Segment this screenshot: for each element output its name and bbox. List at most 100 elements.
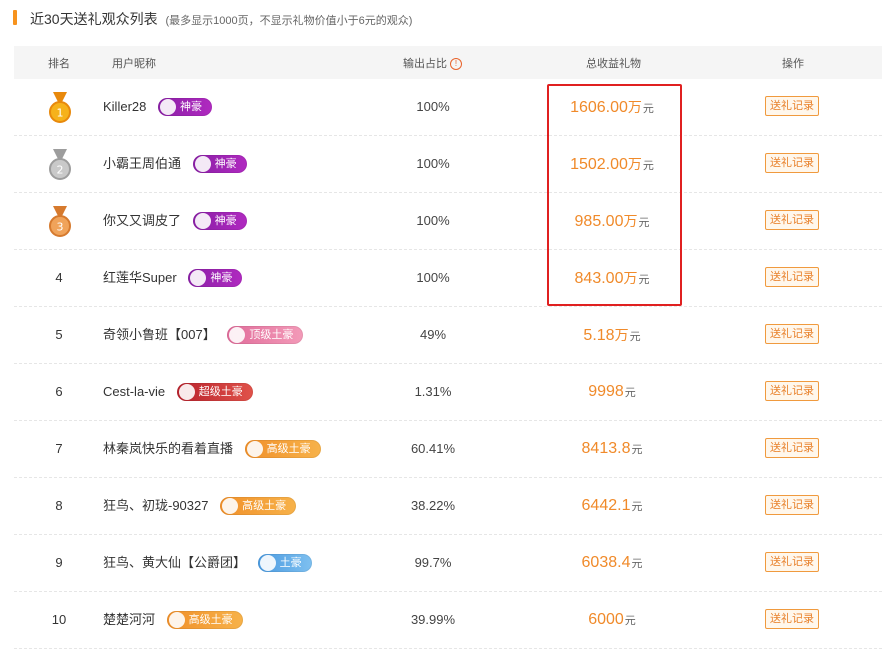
action-cell: 送礼记录 (762, 79, 822, 135)
user-nickname[interactable]: Cest-la-vie (103, 384, 165, 399)
gift-record-button[interactable]: 送礼记录 (765, 267, 819, 287)
gift-cell: 843.00万元 (539, 250, 685, 306)
badge-gem-icon: ◆ (259, 554, 276, 571)
action-cell: 送礼记录 (762, 478, 822, 534)
gift-unit-yuan: 元 (631, 444, 643, 456)
gift-value: 8413.8 (581, 440, 631, 457)
gift-value: 5.18 (583, 327, 615, 344)
level-badge: ◆ 超级土豪 (176, 382, 253, 401)
user-nickname[interactable]: 林秦岚快乐的看着直播 (103, 441, 233, 456)
table-header: 排名 用户昵称 输出占比! 总收益礼物 操作 (14, 46, 882, 79)
header-ratio-label: 输出占比 (403, 58, 447, 70)
gift-record-button[interactable]: 送礼记录 (765, 495, 819, 515)
nickname-cell: 你又又调皮了 ◆ 神豪 (103, 193, 247, 249)
gift-value: 6000 (588, 611, 624, 628)
page-title: 近30天送礼观众列表 (最多显示1000页，不显示礼物价值小于6元的观众) (30, 9, 412, 29)
title-accent-bar (13, 10, 17, 25)
badge-label: 高级土豪 (242, 499, 287, 512)
rank-cell: 2 (14, 136, 104, 192)
gift-unit-wan: 万 (623, 270, 638, 286)
level-badge: ◆ 高级土豪 (244, 439, 321, 458)
badge-label: 超级土豪 (198, 385, 243, 398)
table-row: 7 林秦岚快乐的看着直播 ◆ 高级土豪 60.41% 8413.8元 送礼记录 (14, 421, 882, 478)
badge-label: 神豪 (214, 214, 237, 227)
title-note: (最多显示1000页，不显示礼物价值小于6元的观众) (165, 15, 413, 27)
gift-unit-wan: 万 (623, 213, 638, 229)
table-row: 6 Cest-la-vie ◆ 超级土豪 1.31% 9998元 送礼记录 (14, 364, 882, 421)
gift-record-button[interactable]: 送礼记录 (765, 438, 819, 458)
info-icon[interactable]: ! (450, 58, 462, 70)
badge-gem-icon: ◆ (159, 98, 176, 115)
user-nickname[interactable]: 楚楚河河 (103, 612, 155, 627)
action-cell: 送礼记录 (762, 250, 822, 306)
user-nickname[interactable]: 你又又调皮了 (103, 213, 181, 228)
gold-medal-icon: 1 (49, 92, 71, 123)
rank-cell: 3 (14, 193, 104, 249)
gift-record-button[interactable]: 送礼记录 (765, 96, 819, 116)
ratio-cell: 60.41% (410, 441, 456, 456)
gift-unit-wan: 万 (614, 327, 629, 343)
header-nickname: 用户昵称 (112, 58, 156, 70)
rank-cell: 7 (55, 441, 63, 456)
audience-table: 排名 用户昵称 输出占比! 总收益礼物 操作 1 Killer28 ◆ 神豪 1… (14, 46, 882, 649)
badge-label: 神豪 (214, 157, 237, 170)
ratio-cell: 100% (416, 156, 450, 171)
badge-gem-icon: ◆ (190, 269, 207, 286)
gift-value: 6442.1 (581, 497, 631, 514)
level-badge: ◆ 顶级土豪 (227, 325, 304, 344)
gift-cell: 1606.00万元 (539, 79, 685, 135)
rank-cell: 5 (55, 327, 63, 342)
gift-cell: 6442.1元 (539, 478, 685, 534)
level-badge: ◆ 神豪 (192, 154, 247, 173)
nickname-cell: 狂鸟、黄大仙【公爵团】 ◆ 土豪 (103, 535, 312, 591)
badge-gem-icon: ◆ (168, 611, 185, 628)
header-ratio: 输出占比! (403, 55, 462, 71)
badge-label: 神豪 (210, 271, 233, 284)
gift-record-button[interactable]: 送礼记录 (765, 381, 819, 401)
gift-unit-yuan: 元 (642, 103, 654, 115)
user-nickname[interactable]: 红莲华Super (103, 270, 177, 285)
gift-record-button[interactable]: 送礼记录 (765, 153, 819, 173)
gift-unit-yuan: 元 (638, 217, 650, 229)
gift-cell: 1502.00万元 (539, 136, 685, 192)
gift-record-button[interactable]: 送礼记录 (765, 210, 819, 230)
ratio-cell: 100% (416, 270, 450, 285)
user-nickname[interactable]: 狂鸟、初珑-90327 (103, 498, 208, 513)
gift-record-button[interactable]: 送礼记录 (765, 552, 819, 572)
gift-value: 9998 (588, 383, 624, 400)
nickname-cell: 狂鸟、初珑-90327 ◆ 高级土豪 (103, 478, 297, 534)
badge-label: 高级土豪 (188, 613, 233, 626)
nickname-cell: 小霸王周伯通 ◆ 神豪 (103, 136, 247, 192)
level-badge: ◆ 高级土豪 (220, 496, 297, 515)
gift-value: 6038.4 (581, 554, 631, 571)
rank-cell: 1 (14, 79, 104, 135)
gift-record-button[interactable]: 送礼记录 (765, 324, 819, 344)
gift-unit-yuan: 元 (629, 331, 641, 343)
gift-cell: 8413.8元 (539, 421, 685, 477)
section-header: 近30天送礼观众列表 (最多显示1000页，不显示礼物价值小于6元的观众) (0, 0, 890, 36)
badge-label: 神豪 (179, 100, 202, 113)
user-nickname[interactable]: 奇领小鲁班【007】 (103, 327, 216, 342)
ratio-cell: 1.31% (414, 384, 452, 399)
user-nickname[interactable]: 小霸王周伯通 (103, 156, 181, 171)
action-cell: 送礼记录 (762, 136, 822, 192)
gift-value: 1606.00 (570, 99, 628, 116)
badge-gem-icon: ◆ (222, 497, 239, 514)
medal-rank-number: 1 (57, 107, 64, 120)
gift-cell: 985.00万元 (539, 193, 685, 249)
gift-cell: 6038.4元 (539, 535, 685, 591)
gift-record-button[interactable]: 送礼记录 (765, 609, 819, 629)
user-nickname[interactable]: Killer28 (103, 99, 146, 114)
gift-unit-yuan: 元 (631, 558, 643, 570)
ratio-cell: 100% (416, 99, 450, 114)
level-badge: ◆ 土豪 (257, 553, 312, 572)
rank-cell: 10 (51, 612, 67, 627)
level-badge: ◆ 神豪 (157, 97, 212, 116)
table-row: 3 你又又调皮了 ◆ 神豪 100% 985.00万元 送礼记录 (14, 193, 882, 250)
action-cell: 送礼记录 (762, 364, 822, 420)
action-cell: 送礼记录 (762, 421, 822, 477)
user-nickname[interactable]: 狂鸟、黄大仙【公爵团】 (103, 555, 246, 570)
action-cell: 送礼记录 (762, 307, 822, 363)
gift-unit-yuan: 元 (642, 160, 654, 172)
gift-cell: 5.18万元 (539, 307, 685, 363)
